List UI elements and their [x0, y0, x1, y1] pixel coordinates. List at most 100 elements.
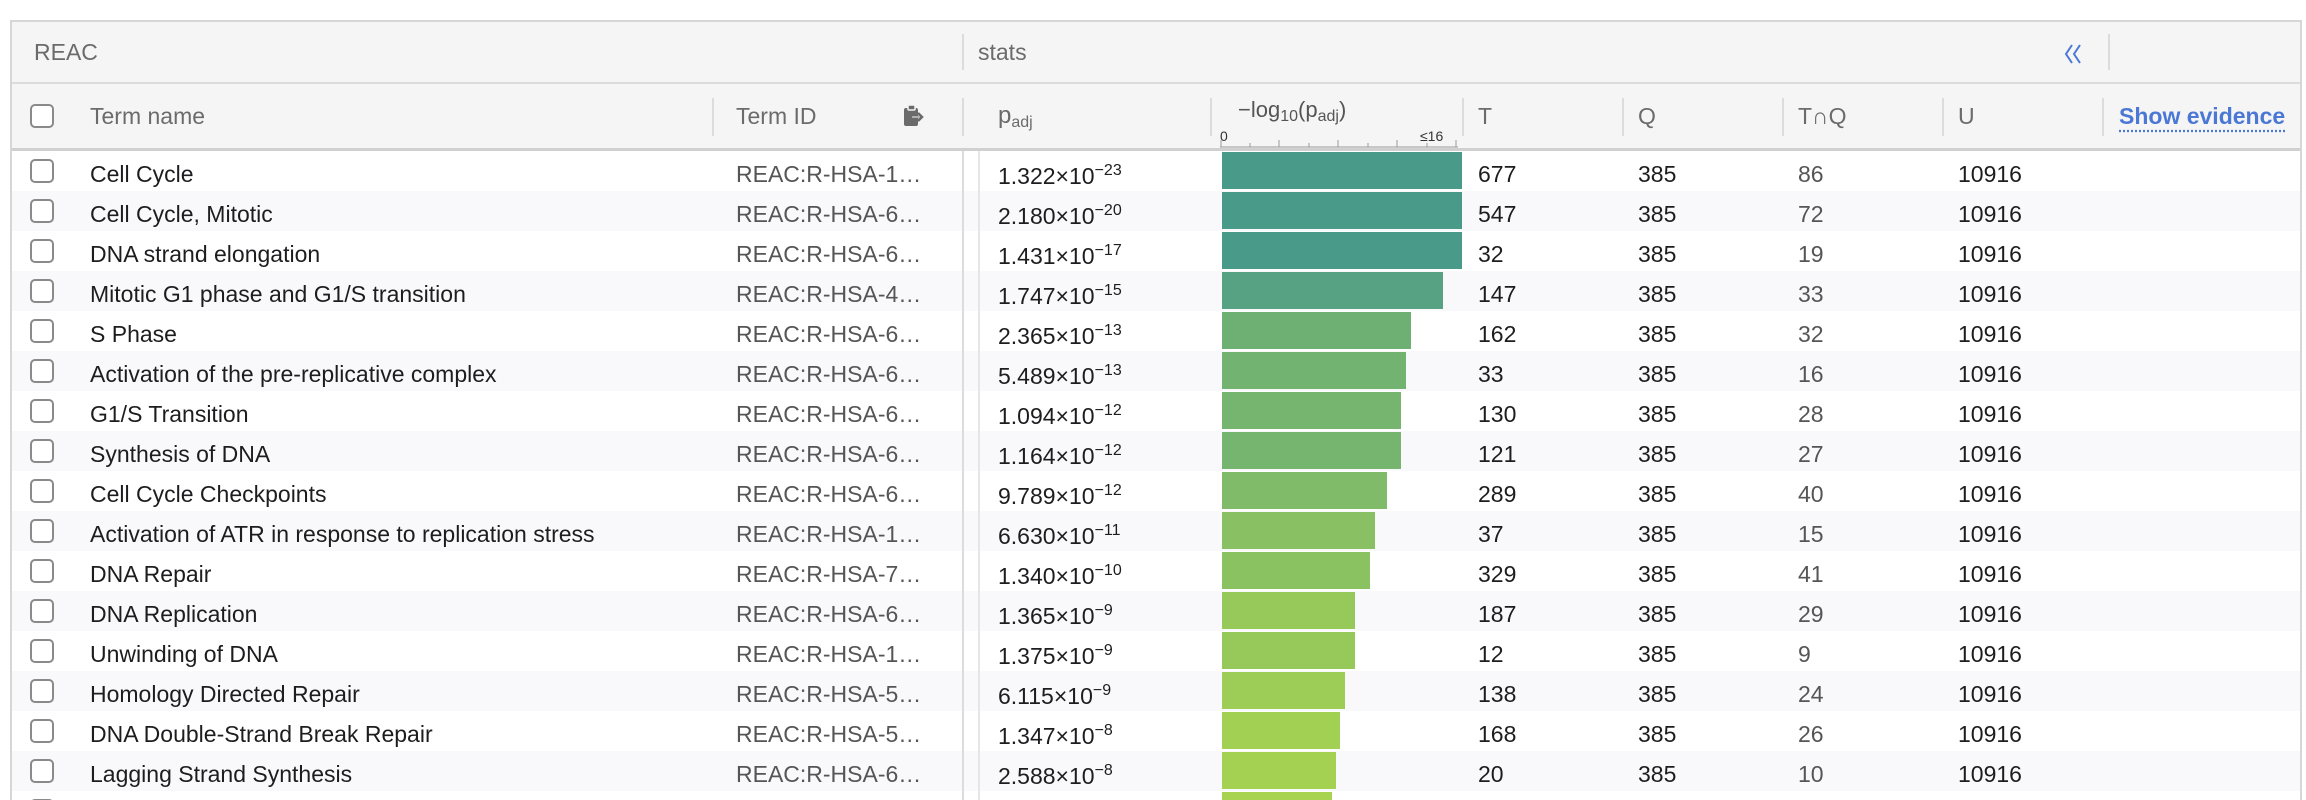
- term-name[interactable]: DNA Replication: [90, 591, 700, 631]
- term-id[interactable]: REAC:R-HSA-6…: [736, 191, 946, 231]
- term-id[interactable]: REAC:R-HSA-6…: [736, 471, 946, 511]
- column-divider[interactable]: [962, 98, 964, 136]
- term-name[interactable]: Cell Cycle: [90, 151, 700, 191]
- term-name[interactable]: Activation of the pre-replicative comple…: [90, 351, 700, 391]
- term-name[interactable]: DNA Repair: [90, 551, 700, 591]
- u-value: 10916: [1958, 561, 2022, 587]
- row-checkbox[interactable]: [30, 359, 54, 383]
- row-checkbox[interactable]: [30, 399, 54, 423]
- row-checkbox[interactable]: [30, 319, 54, 343]
- term-id[interactable]: REAC:R-HSA-1…: [736, 631, 946, 671]
- term-name[interactable]: S Phase: [90, 311, 700, 351]
- neglog-inner-sub: adj: [1317, 108, 1339, 125]
- show-evidence-link[interactable]: Show evidence: [2119, 84, 2285, 148]
- column-divider[interactable]: [1210, 98, 1212, 136]
- row-checkbox[interactable]: [30, 639, 54, 663]
- table-row[interactable]: Mitotic G1 phase and G1/S transition REAC…: [12, 271, 2300, 311]
- table-row[interactable]: Lagging Strand Synthesis REAC:R-HSA-6… 2.5…: [12, 751, 2300, 791]
- term-id[interactable]: REAC:R-HSA-6…: [736, 591, 946, 631]
- padj-exponent: −11: [1094, 522, 1121, 539]
- neglog-header[interactable]: −log10(padj): [1238, 78, 1346, 142]
- row-checkbox[interactable]: [30, 199, 54, 223]
- table-row[interactable]: Synthesis of DNA REAC:R-HSA-6… 1.164×10−12…: [12, 431, 2300, 471]
- term-name-header[interactable]: Term name: [90, 84, 205, 148]
- table-row[interactable]: Cell Cycle REAC:R-HSA-1… 1.322×10−23 677 385…: [12, 151, 2300, 191]
- t-header[interactable]: T: [1478, 84, 1492, 148]
- padj-exponent: −17: [1094, 242, 1122, 259]
- term-name[interactable]: Synthesis of DNA: [90, 431, 700, 471]
- term-id[interactable]: REAC:R-HSA-6…: [736, 431, 946, 471]
- table-row[interactable]: G1/S Transition REAC:R-HSA-6… 1.094×10−12 1…: [12, 391, 2300, 431]
- q-value: 385: [1638, 321, 1677, 347]
- row-checkbox[interactable]: [30, 159, 54, 183]
- row-checkbox[interactable]: [30, 479, 54, 503]
- term-name[interactable]: Activation of ATR in response to replica…: [90, 511, 700, 551]
- term-id[interactable]: REAC:R-HSA-4…: [736, 271, 946, 311]
- term-id[interactable]: REAC:R-HSA-5…: [736, 671, 946, 711]
- row-checkbox[interactable]: [30, 279, 54, 303]
- q-header[interactable]: Q: [1638, 84, 1656, 148]
- row-checkbox[interactable]: [30, 679, 54, 703]
- table-row[interactable]: Activation of ATR in response to replica…: [12, 511, 2300, 551]
- double-chevron-left-icon[interactable]: [2058, 38, 2088, 68]
- table-row[interactable]: S Phase REAC:R-HSA-6… 2.365×10−13 162 385 32 1…: [12, 311, 2300, 351]
- term-name[interactable]: Homology Directed Repair: [90, 671, 700, 711]
- table-row[interactable]: DNA strand elongation REAC:R-HSA-6… 1.431×…: [12, 231, 2300, 271]
- row-checkbox[interactable]: [30, 559, 54, 583]
- term-name[interactable]: DNA strand elongation: [90, 231, 700, 271]
- column-divider[interactable]: [712, 98, 714, 136]
- row-checkbox[interactable]: [30, 599, 54, 623]
- term-name[interactable]: Cell Cycle Checkpoints: [90, 471, 700, 511]
- term-id[interactable]: REAC:R-HSA-6…: [736, 351, 946, 391]
- table-row[interactable]: DNA Double-Strand Break Repair REAC:R-HSA…: [12, 711, 2300, 751]
- q-value: 385: [1638, 241, 1677, 267]
- q-value: 385: [1638, 721, 1677, 747]
- select-all-checkbox[interactable]: [30, 104, 54, 128]
- term-name[interactable]: G1/S Transition: [90, 391, 700, 431]
- term-name[interactable]: Mitotic G1 phase and G1/S transition: [90, 271, 700, 311]
- padj-exponent: −13: [1094, 322, 1122, 339]
- table-row[interactable]: Homology Directed Repair REAC:R-HSA-5… 6.1…: [12, 671, 2300, 711]
- term-id[interactable]: REAC:R-HSA-7…: [736, 551, 946, 591]
- term-name[interactable]: DNA Double-Strand Break Repair: [90, 711, 700, 751]
- column-divider[interactable]: [1622, 98, 1624, 136]
- term-id[interactable]: REAC:R-HSA-1…: [736, 151, 946, 191]
- table-row[interactable]: Unwinding of DNA REAC:R-HSA-1… 1.375×10−9 1…: [12, 631, 2300, 671]
- term-id[interactable]: [736, 791, 946, 800]
- column-divider[interactable]: [1462, 98, 1464, 136]
- term-id-header[interactable]: Term ID: [736, 84, 817, 148]
- column-divider[interactable]: [1782, 98, 1784, 136]
- table-row[interactable]: Activation of the pre-replicative comple…: [12, 351, 2300, 391]
- padj-mantissa: 1.747×10: [998, 283, 1095, 309]
- row-checkbox[interactable]: [30, 239, 54, 263]
- table-row[interactable]: −8: [12, 791, 2300, 800]
- term-id[interactable]: REAC:R-HSA-5…: [736, 711, 946, 751]
- table-row[interactable]: Cell Cycle, Mitotic REAC:R-HSA-6… 2.180×10…: [12, 191, 2300, 231]
- padj-header[interactable]: padj: [998, 84, 1033, 148]
- table-row[interactable]: DNA Replication REAC:R-HSA-6… 1.365×10−9 18…: [12, 591, 2300, 631]
- term-name[interactable]: Unwinding of DNA: [90, 631, 700, 671]
- table-row[interactable]: DNA Repair REAC:R-HSA-7… 1.340×10−10 329 385…: [12, 551, 2300, 591]
- column-separator: [962, 271, 964, 311]
- term-name[interactable]: Cell Cycle, Mitotic: [90, 191, 700, 231]
- term-id[interactable]: REAC:R-HSA-6…: [736, 391, 946, 431]
- column-divider[interactable]: [2102, 98, 2104, 136]
- table-row[interactable]: Cell Cycle Checkpoints REAC:R-HSA-6… 9.789…: [12, 471, 2300, 511]
- tq-header[interactable]: T∩Q: [1798, 84, 1846, 148]
- column-separator: [962, 151, 964, 191]
- tq-value: 32: [1798, 321, 1824, 347]
- row-checkbox[interactable]: [30, 519, 54, 543]
- term-id[interactable]: REAC:R-HSA-1…: [736, 511, 946, 551]
- term-name[interactable]: [90, 791, 700, 800]
- term-name[interactable]: Lagging Strand Synthesis: [90, 751, 700, 791]
- row-checkbox[interactable]: [30, 759, 54, 783]
- u-header[interactable]: U: [1958, 84, 1975, 148]
- row-checkbox[interactable]: [30, 719, 54, 743]
- row-checkbox[interactable]: [30, 439, 54, 463]
- term-id[interactable]: REAC:R-HSA-6…: [736, 751, 946, 791]
- column-divider[interactable]: [1942, 98, 1944, 136]
- term-id[interactable]: REAC:R-HSA-6…: [736, 231, 946, 271]
- clipboard-icon[interactable]: [900, 102, 926, 130]
- term-id[interactable]: REAC:R-HSA-6…: [736, 311, 946, 351]
- padj-value: 2.180×10−20: [998, 191, 1208, 231]
